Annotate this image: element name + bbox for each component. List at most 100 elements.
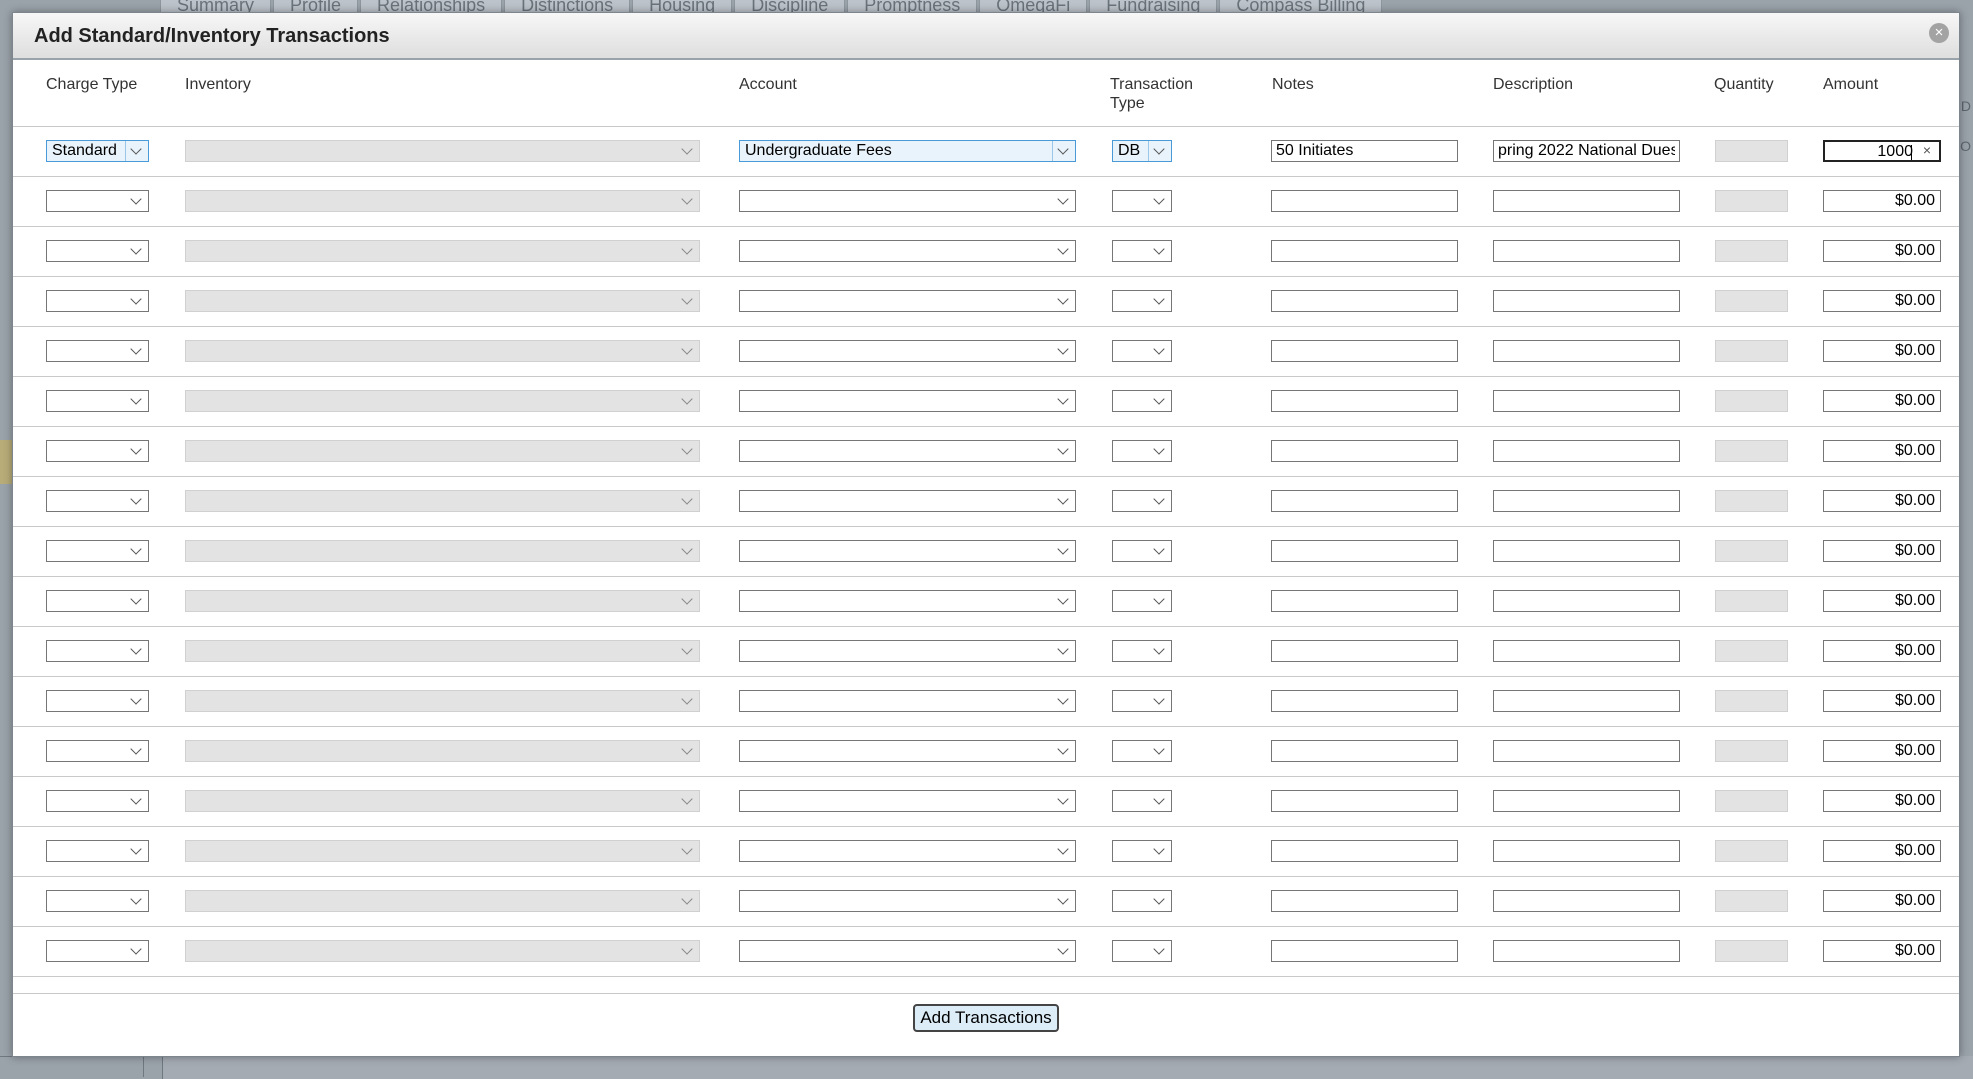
notes-input[interactable] [1271, 390, 1458, 412]
amount-input[interactable]: $0.00 [1823, 240, 1941, 262]
quantity-input[interactable] [1715, 340, 1788, 362]
notes-input[interactable]: 50 Initiates [1271, 140, 1458, 162]
charge-type-select[interactable] [46, 740, 149, 762]
transaction-type-select[interactable] [1112, 440, 1172, 462]
description-input[interactable] [1493, 390, 1680, 412]
charge-type-select[interactable] [46, 490, 149, 512]
quantity-input[interactable] [1715, 940, 1788, 962]
notes-input[interactable] [1271, 490, 1458, 512]
quantity-input[interactable] [1715, 140, 1788, 162]
transaction-type-select[interactable] [1112, 590, 1172, 612]
transaction-type-select[interactable] [1112, 840, 1172, 862]
charge-type-select[interactable] [46, 790, 149, 812]
notes-input[interactable] [1271, 690, 1458, 712]
quantity-input[interactable] [1715, 540, 1788, 562]
account-select[interactable] [739, 540, 1076, 562]
description-input[interactable] [1493, 840, 1680, 862]
quantity-input[interactable] [1715, 690, 1788, 712]
account-select[interactable] [739, 790, 1076, 812]
charge-type-select[interactable] [46, 440, 149, 462]
amount-input[interactable]: $0.00 [1823, 490, 1941, 512]
notes-input[interactable] [1271, 290, 1458, 312]
transaction-type-select[interactable] [1112, 340, 1172, 362]
description-input[interactable] [1493, 790, 1680, 812]
charge-type-select[interactable] [46, 590, 149, 612]
description-input[interactable] [1493, 290, 1680, 312]
description-input[interactable] [1493, 590, 1680, 612]
inventory-select[interactable] [185, 240, 700, 262]
account-select[interactable] [739, 240, 1076, 262]
charge-type-select[interactable]: Standard [46, 140, 149, 162]
close-icon[interactable]: × [1929, 23, 1949, 43]
inventory-select[interactable] [185, 840, 700, 862]
notes-input[interactable] [1271, 340, 1458, 362]
notes-input[interactable] [1271, 190, 1458, 212]
account-select[interactable] [739, 890, 1076, 912]
account-select[interactable] [739, 490, 1076, 512]
inventory-select[interactable] [185, 640, 700, 662]
transaction-type-select[interactable]: DB [1112, 140, 1172, 162]
quantity-input[interactable] [1715, 790, 1788, 812]
amount-input[interactable]: $0.00 [1823, 840, 1941, 862]
description-input[interactable] [1493, 490, 1680, 512]
inventory-select[interactable] [185, 890, 700, 912]
inventory-select[interactable] [185, 140, 700, 162]
inventory-select[interactable] [185, 690, 700, 712]
transaction-type-select[interactable] [1112, 240, 1172, 262]
charge-type-select[interactable] [46, 940, 149, 962]
account-select[interactable] [739, 340, 1076, 362]
quantity-input[interactable] [1715, 290, 1788, 312]
account-select[interactable] [739, 840, 1076, 862]
amount-input[interactable]: $0.00 [1823, 290, 1941, 312]
charge-type-select[interactable] [46, 690, 149, 712]
quantity-input[interactable] [1715, 390, 1788, 412]
account-select[interactable] [739, 640, 1076, 662]
amount-input[interactable]: $0.00 [1823, 740, 1941, 762]
account-select[interactable] [739, 390, 1076, 412]
account-select[interactable] [739, 740, 1076, 762]
transaction-type-select[interactable] [1112, 490, 1172, 512]
amount-input[interactable]: $0.00 [1823, 640, 1941, 662]
quantity-input[interactable] [1715, 440, 1788, 462]
quantity-input[interactable] [1715, 890, 1788, 912]
inventory-select[interactable] [185, 440, 700, 462]
notes-input[interactable] [1271, 640, 1458, 662]
amount-input[interactable]: $0.00 [1823, 690, 1941, 712]
description-input[interactable] [1493, 740, 1680, 762]
amount-input[interactable]: $0.00 [1823, 390, 1941, 412]
inventory-select[interactable] [185, 490, 700, 512]
charge-type-select[interactable] [46, 840, 149, 862]
amount-input[interactable]: $0.00 [1823, 540, 1941, 562]
charge-type-select[interactable] [46, 340, 149, 362]
account-select[interactable]: Undergraduate Fees [739, 140, 1076, 162]
quantity-input[interactable] [1715, 490, 1788, 512]
transaction-type-select[interactable] [1112, 790, 1172, 812]
charge-type-select[interactable] [46, 240, 149, 262]
inventory-select[interactable] [185, 740, 700, 762]
amount-input[interactable]: $0.00 [1823, 590, 1941, 612]
transaction-type-select[interactable] [1112, 740, 1172, 762]
notes-input[interactable] [1271, 790, 1458, 812]
amount-input[interactable]: $0.00 [1823, 440, 1941, 462]
description-input[interactable] [1493, 340, 1680, 362]
add-transactions-button[interactable]: Add Transactions [913, 1004, 1059, 1032]
inventory-select[interactable] [185, 590, 700, 612]
description-input[interactable] [1493, 540, 1680, 562]
transaction-type-select[interactable] [1112, 190, 1172, 212]
inventory-select[interactable] [185, 390, 700, 412]
account-select[interactable] [739, 940, 1076, 962]
description-input[interactable] [1493, 640, 1680, 662]
amount-input[interactable]: $0.00 [1823, 890, 1941, 912]
account-select[interactable] [739, 190, 1076, 212]
charge-type-select[interactable] [46, 540, 149, 562]
transaction-type-select[interactable] [1112, 940, 1172, 962]
account-select[interactable] [739, 440, 1076, 462]
notes-input[interactable] [1271, 440, 1458, 462]
description-input[interactable] [1493, 240, 1680, 262]
description-input[interactable] [1493, 890, 1680, 912]
notes-input[interactable] [1271, 590, 1458, 612]
quantity-input[interactable] [1715, 190, 1788, 212]
charge-type-select[interactable] [46, 890, 149, 912]
amount-input[interactable]: $0.00 [1823, 790, 1941, 812]
notes-input[interactable] [1271, 540, 1458, 562]
